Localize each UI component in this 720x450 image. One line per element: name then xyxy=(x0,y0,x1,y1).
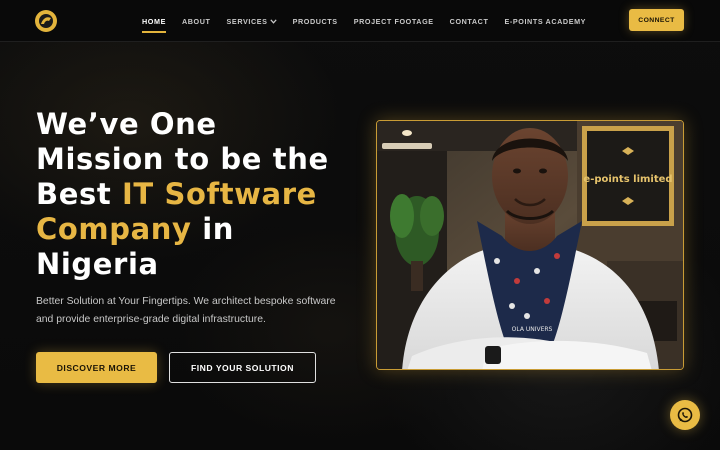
discover-more-button[interactable]: DISCOVER MORE xyxy=(36,352,157,383)
scarf-text: OLA UNIVERS xyxy=(512,326,553,333)
nav-contact[interactable]: CONTACT xyxy=(450,17,489,26)
nav-products-label: PRODUCTS xyxy=(292,16,338,26)
logo-icon[interactable] xyxy=(35,10,57,32)
nav-home[interactable]: HOME xyxy=(142,16,166,33)
hero-subtext: Better Solution at Your Fingertips. We a… xyxy=(36,296,336,325)
headline-line-1: We’ve One xyxy=(36,107,217,141)
headline-line-2: Mission to be the xyxy=(36,142,329,176)
nav-project-footage[interactable]: PROJECT FOOTAGE xyxy=(354,17,434,26)
nav-services[interactable]: SERVICES xyxy=(227,17,277,26)
sign-text: e-points limited xyxy=(583,174,672,185)
nav-services-label: SERVICES xyxy=(226,16,268,26)
headline-highlight-1: IT Software xyxy=(122,177,317,211)
headline-line-5: Nigeria xyxy=(36,247,159,281)
top-navbar: HOME ABOUT SERVICES PRODUCTS PROJECT FOO… xyxy=(0,0,720,42)
nav-e-points-academy[interactable]: E-POINTS ACADEMY xyxy=(504,17,586,26)
headline-in: in xyxy=(191,212,234,246)
nav-about-label: ABOUT xyxy=(181,16,211,26)
headline-best: Best xyxy=(36,177,122,211)
nav-project-footage-label: PROJECT FOOTAGE xyxy=(353,16,434,26)
headline-highlight-2: Company xyxy=(36,212,192,246)
nav-products[interactable]: PRODUCTS xyxy=(293,17,338,26)
connect-button[interactable]: CONNECT xyxy=(629,9,684,31)
find-your-solution-button[interactable]: FIND YOUR SOLUTION xyxy=(169,352,316,383)
nav-academy-label: E-POINTS ACADEMY xyxy=(504,16,587,26)
nav-home-label: HOME xyxy=(142,16,166,26)
nav-about[interactable]: ABOUT xyxy=(182,17,211,26)
company-sign: e-points limited xyxy=(582,126,674,226)
nav-contact-label: CONTACT xyxy=(449,16,489,26)
chevron-down-icon xyxy=(269,18,277,24)
whatsapp-icon[interactable] xyxy=(670,400,700,430)
main-nav: HOME ABOUT SERVICES PRODUCTS PROJECT FOO… xyxy=(142,0,602,42)
hero-headline: We’ve One Mission to be the Best IT Soft… xyxy=(36,107,356,282)
hero-photo: e-points limited OLA UNIVERS xyxy=(376,120,684,370)
